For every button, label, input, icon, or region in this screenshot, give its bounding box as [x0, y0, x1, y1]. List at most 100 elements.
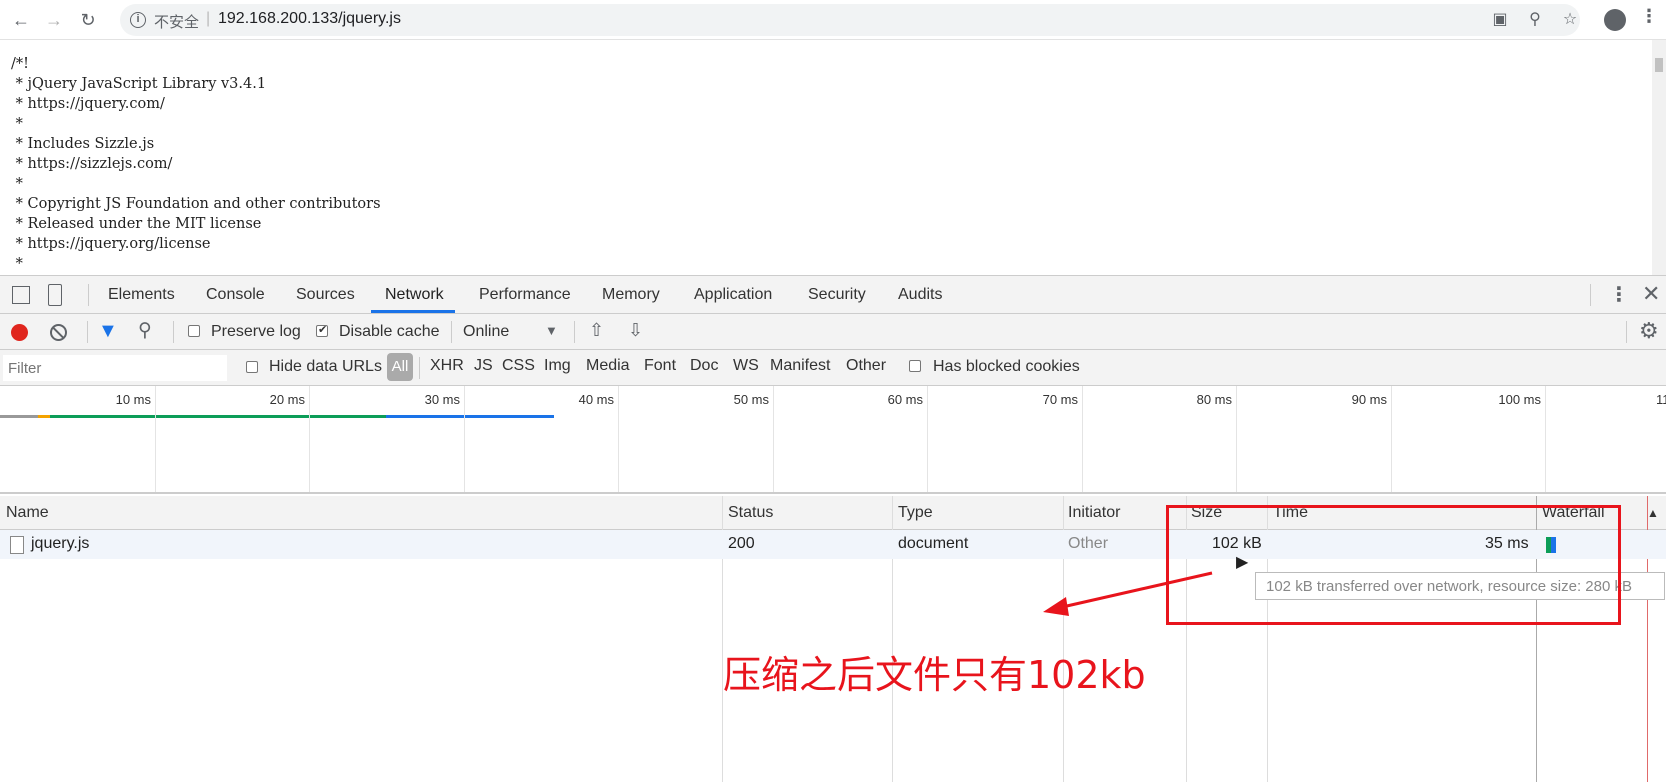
- column-header-name[interactable]: Name: [6, 504, 49, 522]
- type-filter-font[interactable]: Font: [644, 357, 676, 375]
- overview-tick-label: 40 ms: [578, 392, 614, 407]
- document-file-icon: [10, 536, 24, 554]
- overview-tick-label: 11: [1656, 392, 1666, 407]
- filter-input[interactable]: [3, 355, 227, 381]
- overview-tick-label: 100 ms: [1498, 392, 1541, 407]
- chevron-down-icon[interactable]: ▼: [545, 323, 558, 338]
- overview-tick-label: 10 ms: [115, 392, 151, 407]
- device-toolbar-icon[interactable]: [48, 284, 62, 306]
- type-filter-img[interactable]: Img: [544, 357, 571, 375]
- url-text[interactable]: 192.168.200.133/jquery.js: [218, 10, 401, 28]
- source-code: /*! * jQuery JavaScript Library v3.4.1 *…: [11, 56, 381, 272]
- type-filter-xhr[interactable]: XHR: [430, 357, 464, 375]
- clear-icon[interactable]: [50, 324, 67, 341]
- type-filter-css[interactable]: CSS: [502, 357, 535, 375]
- tab-sources[interactable]: Sources: [296, 286, 355, 304]
- overview-tick-label: 20 ms: [269, 392, 305, 407]
- overview-grid-line: [155, 386, 156, 492]
- star-icon[interactable]: ☆: [1560, 10, 1580, 30]
- overview-bar-queue: [0, 415, 38, 418]
- column-header-initiator[interactable]: Initiator: [1068, 504, 1120, 522]
- network-overview[interactable]: 10 ms 20 ms 30 ms 40 ms 50 ms 60 ms 70 ms 80 ms…: [0, 386, 1666, 494]
- type-filter-js[interactable]: JS: [474, 357, 493, 375]
- tab-console[interactable]: Console: [206, 286, 265, 304]
- tab-performance[interactable]: Performance: [479, 286, 571, 304]
- profile-avatar-icon[interactable]: [1604, 9, 1626, 31]
- overview-bar-waiting: [50, 415, 386, 418]
- overview-tick-label: 30 ms: [424, 392, 460, 407]
- type-filter-all[interactable]: All: [387, 353, 413, 381]
- tab-memory[interactable]: Memory: [602, 286, 660, 304]
- reload-icon[interactable]: ↻: [76, 8, 100, 32]
- row-name[interactable]: jquery.js: [31, 535, 89, 553]
- has-blocked-cookies-checkbox[interactable]: [909, 360, 921, 372]
- filter-icon[interactable]: ▼: [98, 320, 118, 343]
- network-toolbar: ▼ ⚲ Preserve log Disable cache Online ▼ …: [0, 314, 1666, 350]
- record-icon[interactable]: [11, 324, 28, 341]
- disable-cache-label: Disable cache: [339, 323, 440, 340]
- devtools-tabbar: Elements Console Sources Network Perform…: [0, 276, 1666, 314]
- browser-menu-icon[interactable]: ⋮: [1640, 6, 1658, 27]
- overview-grid-line: [618, 386, 619, 492]
- preserve-log-label: Preserve log: [211, 323, 301, 340]
- translate-icon[interactable]: ▣: [1490, 10, 1510, 30]
- overview-grid-line: [1236, 386, 1237, 492]
- type-filter-ws[interactable]: WS: [733, 357, 759, 375]
- type-filter-manifest[interactable]: Manifest: [770, 357, 830, 375]
- overview-bar-stalled: [38, 415, 50, 418]
- annotation-highlight-box: [1166, 505, 1621, 625]
- tab-audits[interactable]: Audits: [898, 286, 942, 304]
- preserve-log-checkbox[interactable]: [188, 325, 200, 337]
- filter-bar: Hide data URLs All XHR JS CSS Img Media …: [0, 350, 1666, 386]
- browser-toolbar: ← → ↻ i 不安全 | 192.168.200.133/jquery.js …: [0, 0, 1666, 40]
- throttle-select[interactable]: Online: [463, 323, 509, 341]
- forward-arrow-icon[interactable]: →: [42, 8, 66, 32]
- overview-grid-line: [773, 386, 774, 492]
- export-har-icon[interactable]: ⇩: [628, 320, 643, 341]
- close-icon[interactable]: ✕: [1642, 281, 1660, 307]
- devtools-menu-icon[interactable]: ⋮: [1609, 282, 1629, 307]
- sort-up-icon[interactable]: ▲: [1647, 506, 1659, 520]
- overview-grid-line: [1391, 386, 1392, 492]
- search-icon[interactable]: ⚲: [138, 319, 152, 342]
- overview-tick-label: 50 ms: [733, 392, 769, 407]
- overview-grid-line: [1082, 386, 1083, 492]
- insecure-label: 不安全: [154, 14, 200, 31]
- type-filter-media[interactable]: Media: [586, 357, 630, 375]
- overview-grid-line: [309, 386, 310, 492]
- back-arrow-icon[interactable]: ←: [9, 8, 33, 32]
- type-filter-doc[interactable]: Doc: [690, 357, 718, 375]
- overview-tick-label: 60 ms: [887, 392, 923, 407]
- type-filter-other[interactable]: Other: [846, 357, 886, 375]
- info-icon[interactable]: i: [130, 12, 146, 28]
- row-initiator: Other: [1068, 535, 1109, 552]
- column-header-type[interactable]: Type: [898, 504, 933, 522]
- import-har-icon[interactable]: ⇧: [589, 320, 604, 341]
- overview-grid-line: [927, 386, 928, 492]
- overview-tick-label: 90 ms: [1351, 392, 1387, 407]
- scrollbar[interactable]: [1652, 40, 1666, 275]
- tab-elements[interactable]: Elements: [108, 286, 175, 304]
- zoom-icon[interactable]: ⚲: [1525, 10, 1545, 30]
- overview-tick-label: 80 ms: [1196, 392, 1232, 407]
- source-view: /*! * jQuery JavaScript Library v3.4.1 *…: [0, 40, 1666, 275]
- overview-tick-label: 70 ms: [1042, 392, 1078, 407]
- hide-data-urls-checkbox[interactable]: [246, 361, 258, 373]
- row-status: 200: [728, 535, 755, 552]
- separator: |: [206, 10, 211, 27]
- column-header-status[interactable]: Status: [728, 504, 773, 522]
- tab-security[interactable]: Security: [808, 286, 866, 304]
- settings-gear-icon[interactable]: ⚙: [1639, 318, 1659, 344]
- disable-cache-checkbox[interactable]: [316, 323, 328, 337]
- tab-application[interactable]: Application: [694, 286, 772, 304]
- tab-network[interactable]: Network: [385, 286, 444, 304]
- annotation-text: 压缩之后文件只有102kb: [723, 653, 1146, 697]
- inspect-element-icon[interactable]: [12, 286, 30, 304]
- has-blocked-cookies-label: Has blocked cookies: [933, 358, 1080, 375]
- row-type: document: [898, 535, 969, 552]
- overview-grid-line: [464, 386, 465, 492]
- hide-data-urls-label: Hide data URLs: [269, 358, 382, 375]
- address-bar[interactable]: i 不安全 | 192.168.200.133/jquery.js ▣ ⚲ ☆: [120, 4, 1580, 36]
- overview-bar-download: [386, 415, 554, 418]
- active-tab-indicator: [371, 310, 455, 313]
